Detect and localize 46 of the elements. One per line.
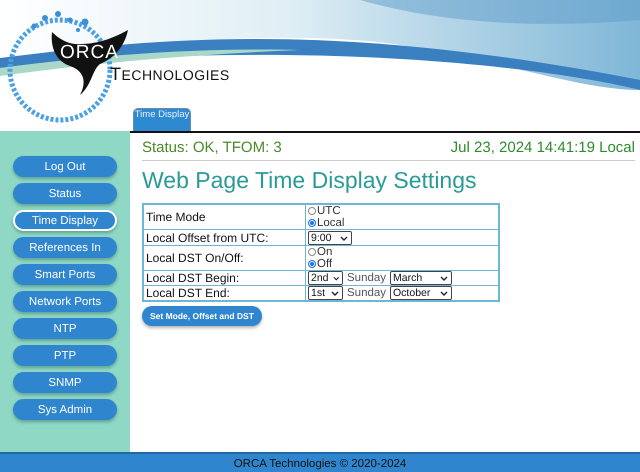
nav-button[interactable]: Smart Ports <box>13 264 117 285</box>
month-dropdown[interactable]: October <box>390 286 452 300</box>
radio-button[interactable] <box>308 219 316 227</box>
radio-button[interactable] <box>308 248 316 256</box>
option-label: Local <box>317 217 344 229</box>
logo-word: ORCA <box>60 42 119 64</box>
setting-label: Local DST Begin: <box>143 270 306 286</box>
radio-option[interactable]: On <box>308 246 496 258</box>
caret-icon <box>331 290 339 296</box>
week-dropdown[interactable]: 1st <box>308 286 343 300</box>
page-title: Web Page Time Display Settings <box>142 167 478 194</box>
radio-option[interactable]: Local <box>308 217 496 229</box>
month-dropdown[interactable]: March <box>390 271 452 285</box>
tab[interactable]: Time Display <box>133 108 191 131</box>
caret-icon <box>440 290 448 296</box>
submit-button[interactable]: Set Mode, Offset and DST <box>142 306 262 326</box>
setting-label: Local DST On/Off: <box>143 246 306 270</box>
nav-button[interactable]: NTP <box>13 318 117 339</box>
caret-icon <box>340 236 348 240</box>
nav-button[interactable]: Sys Admin <box>13 399 117 420</box>
day-label: Sunday <box>347 287 386 299</box>
setting-label: Local Offset from UTC: <box>143 230 306 246</box>
radio-option[interactable]: UTC <box>308 205 496 217</box>
nav-button[interactable]: Time Display <box>13 210 117 231</box>
radio-option[interactable]: Off <box>308 258 496 270</box>
caret-icon <box>332 276 339 280</box>
logo-subword: TECHNOLOGIES <box>110 64 230 85</box>
caret-icon <box>440 276 448 280</box>
footer-text: ORCA Technologies © 2020-2024 <box>234 458 406 470</box>
nav-button[interactable]: Network Ports <box>13 291 117 312</box>
week-dropdown[interactable]: 2nd <box>308 271 343 285</box>
option-label: UTC <box>317 205 341 217</box>
clock-text: Jul 23, 2024 14:41:19 Local <box>450 139 635 156</box>
option-label: On <box>317 246 332 258</box>
nav-button[interactable]: PTP <box>13 345 117 366</box>
nav-button[interactable]: Status <box>13 183 117 204</box>
day-label: Sunday <box>347 272 386 284</box>
radio-button[interactable] <box>308 260 316 268</box>
status-text: Status: OK, TFOM: 3 <box>142 139 282 156</box>
offset-dropdown[interactable]: 9:00 <box>308 231 352 245</box>
setting-label: Time Mode <box>143 204 306 230</box>
radio-button[interactable] <box>308 207 316 215</box>
option-label: Off <box>317 258 332 270</box>
nav-button[interactable]: Log Out <box>13 156 117 177</box>
nav-button[interactable]: SNMP <box>13 372 117 393</box>
nav-button[interactable]: References In <box>13 237 117 258</box>
